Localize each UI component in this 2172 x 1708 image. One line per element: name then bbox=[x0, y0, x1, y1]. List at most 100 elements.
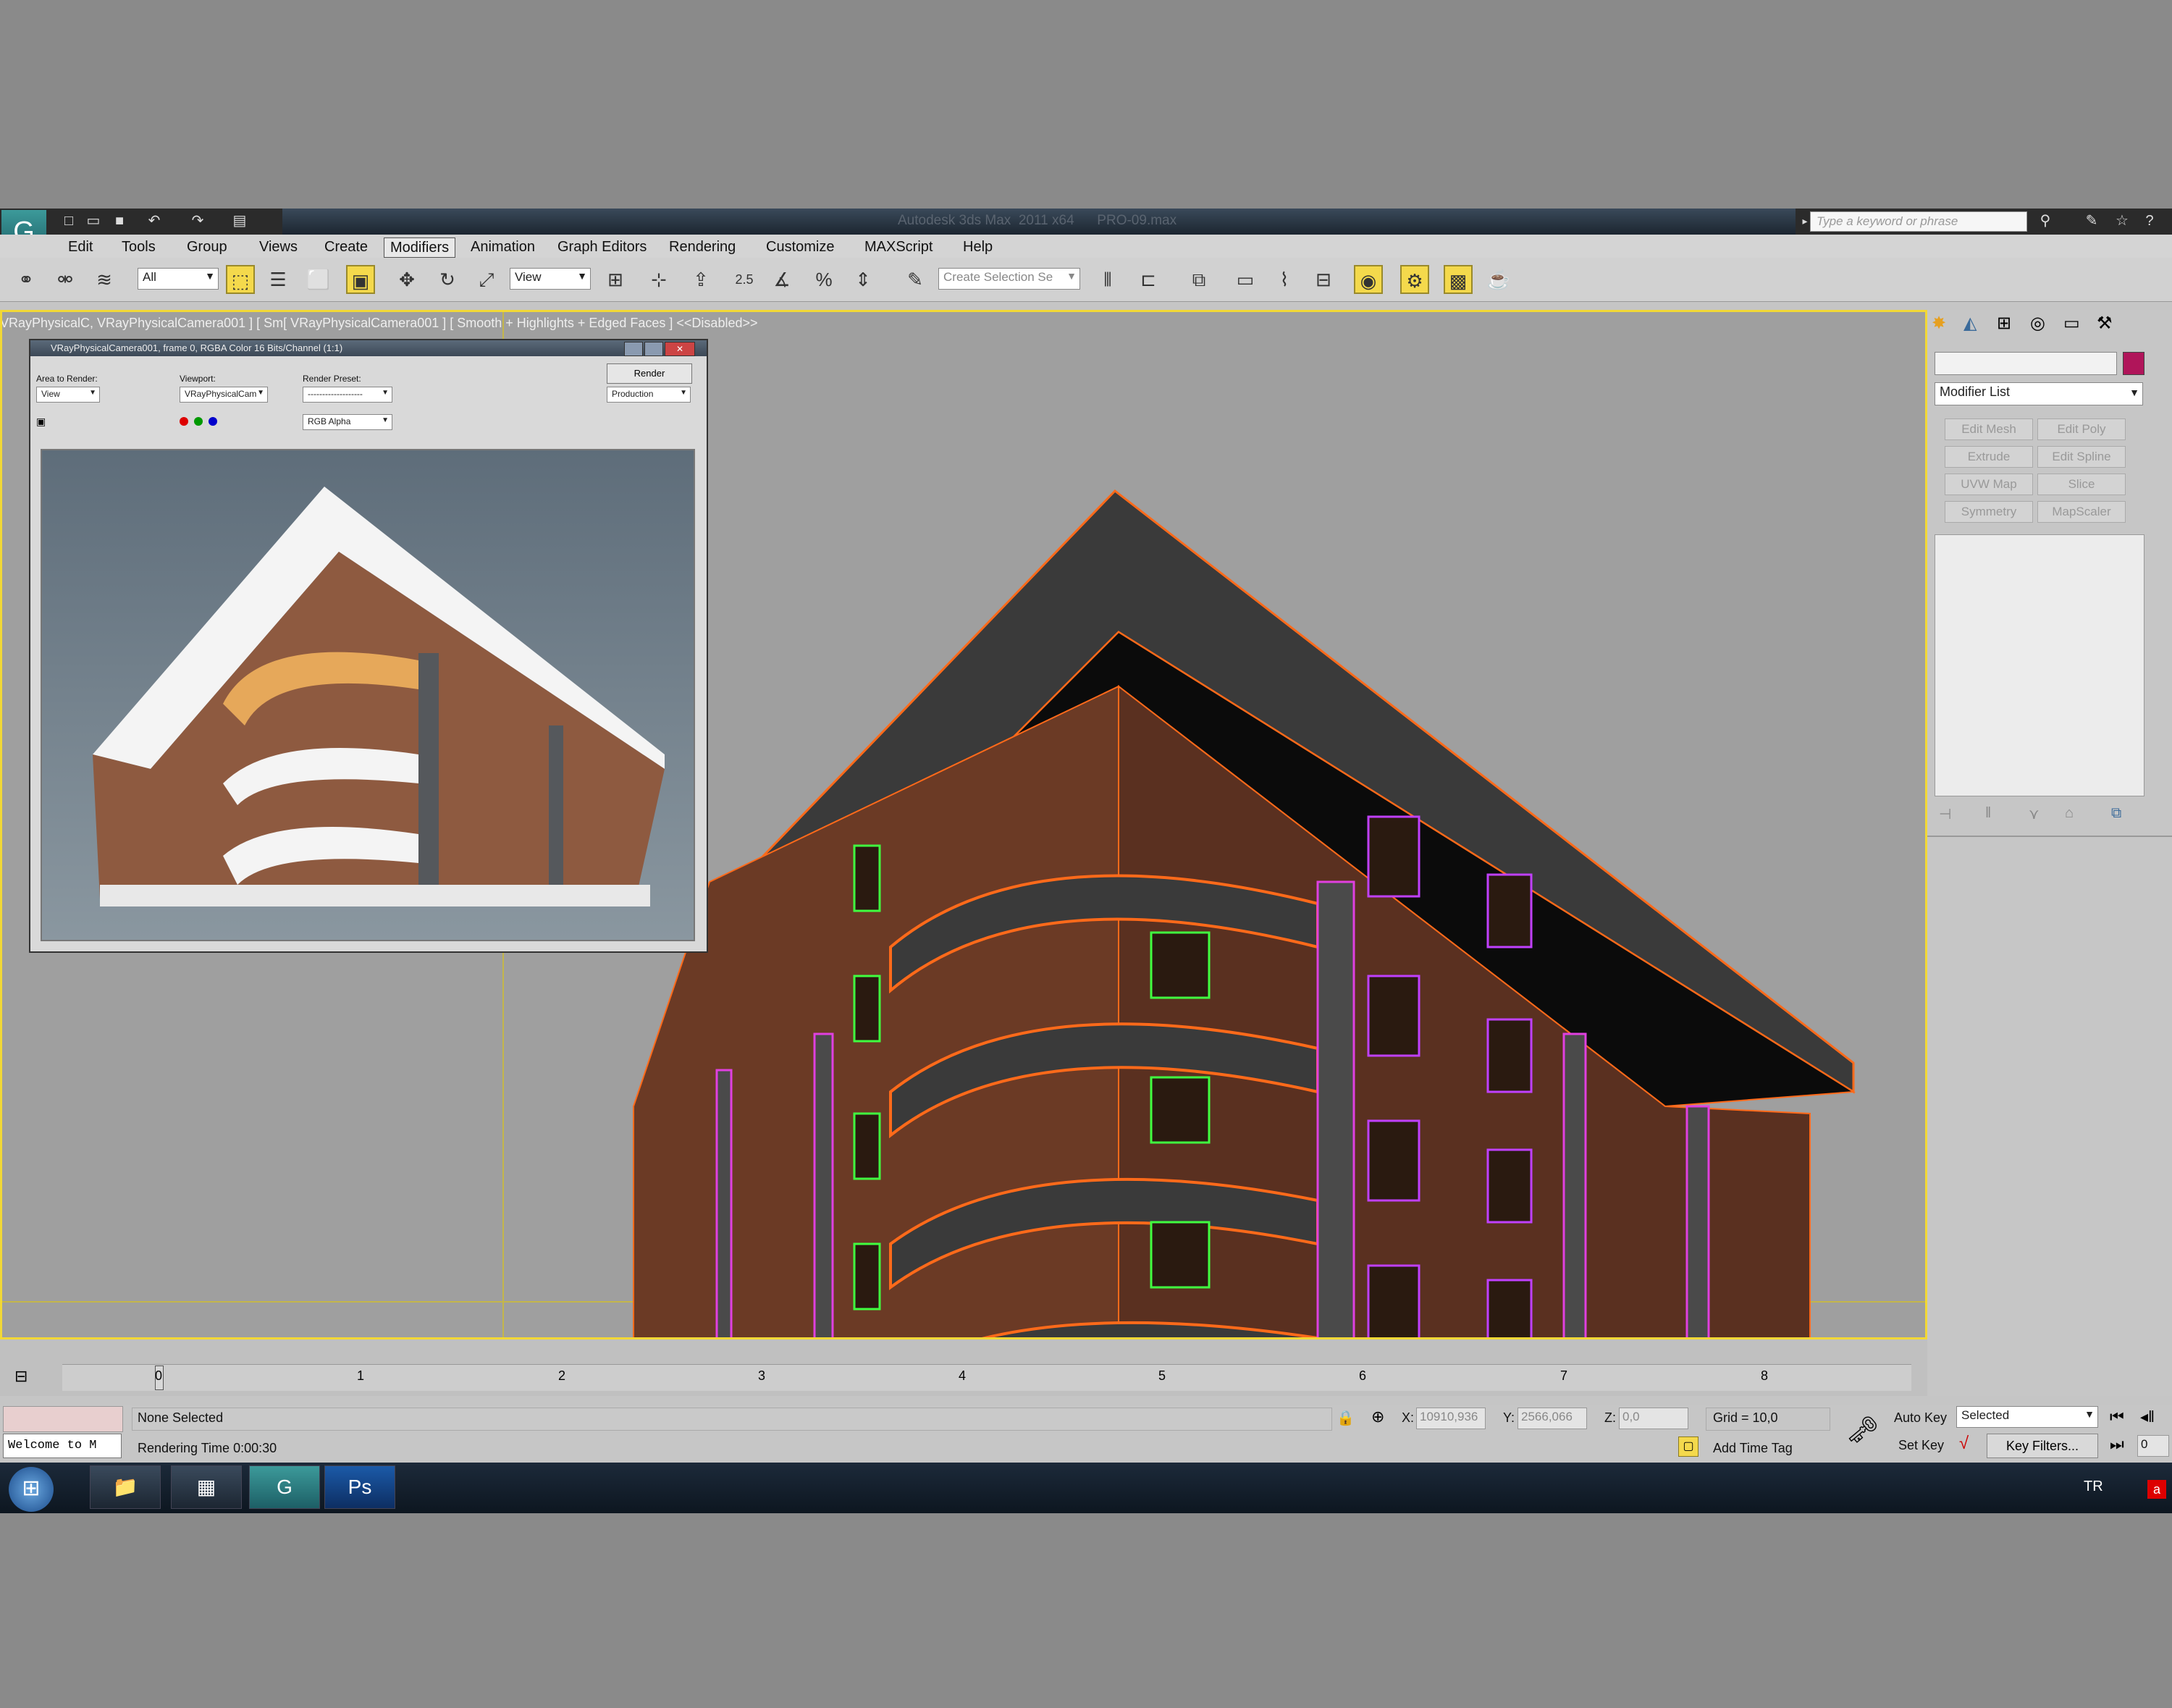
rotate-icon[interactable]: ↻ bbox=[433, 265, 462, 294]
rectangular-selection-icon[interactable]: ⬜ bbox=[304, 265, 333, 294]
edit-named-selection-icon[interactable]: ✎ bbox=[901, 265, 930, 294]
graphite-ribbon-icon[interactable]: ▭ bbox=[1231, 265, 1260, 294]
remove-modifier-icon[interactable]: ⌂ bbox=[2065, 805, 2074, 822]
motion-tab-icon[interactable]: ◎ bbox=[2030, 313, 2052, 335]
link-icon[interactable]: ⚭ bbox=[12, 265, 41, 294]
channel-dropdown[interactable]: RGB Alpha ▼ bbox=[303, 414, 392, 430]
project-icon[interactable]: ▤ bbox=[230, 211, 249, 230]
move-icon[interactable]: ✥ bbox=[392, 265, 421, 294]
extrude-button[interactable]: Extrude bbox=[1945, 446, 2033, 468]
production-dropdown[interactable]: Production ▼ bbox=[607, 387, 691, 403]
percent-snap-icon[interactable]: % bbox=[809, 265, 838, 294]
blue-channel-icon[interactable] bbox=[209, 417, 217, 426]
goto-start-icon[interactable]: ⏮ bbox=[2110, 1408, 2124, 1426]
binoculars-icon[interactable]: ⚲ bbox=[2036, 211, 2055, 230]
photoshop-icon[interactable]: Ps bbox=[324, 1465, 395, 1509]
selection-lock-icon[interactable]: 🔒 bbox=[1337, 1409, 1355, 1427]
add-time-tag[interactable]: Add Time Tag bbox=[1713, 1441, 1793, 1456]
mapscaler-button[interactable]: MapScaler bbox=[2037, 501, 2126, 523]
menu-group[interactable]: Group bbox=[181, 237, 233, 256]
slice-button[interactable]: Slice bbox=[2037, 474, 2126, 495]
z-coordinate-field[interactable]: 0,0 bbox=[1619, 1408, 1688, 1429]
configure-modifier-sets-icon[interactable]: ⧉ bbox=[2111, 805, 2121, 822]
search-input[interactable]: Type a keyword or phrase bbox=[1810, 211, 2027, 232]
viewport-label[interactable]: VRayPhysicalC, VRayPhysicalCamera001 ] [… bbox=[0, 316, 758, 331]
set-key-mode-icon[interactable]: 🗝 bbox=[1846, 1415, 1880, 1445]
spinner-snap-icon[interactable]: ⇕ bbox=[849, 265, 877, 294]
select-by-name-icon[interactable]: ☰ bbox=[264, 265, 292, 294]
y-coordinate-field[interactable]: 2566,066 bbox=[1518, 1408, 1587, 1429]
3dsmax-taskbar-icon[interactable]: G bbox=[249, 1465, 320, 1509]
modifier-stack-list[interactable] bbox=[1935, 534, 2144, 796]
absolute-mode-icon[interactable]: ⊕ bbox=[1371, 1408, 1384, 1426]
minimize-icon[interactable] bbox=[624, 342, 643, 356]
task-switcher-icon[interactable]: ▦ bbox=[171, 1465, 242, 1509]
align-icon[interactable]: ⊏ bbox=[1134, 265, 1163, 294]
save-image-icon[interactable]: ▣ bbox=[36, 416, 46, 428]
menu-modifiers[interactable]: Modifiers bbox=[384, 237, 456, 258]
menu-tools[interactable]: Tools bbox=[116, 237, 161, 256]
modifier-list-dropdown[interactable]: Modifier List ▼ bbox=[1935, 382, 2143, 405]
menu-create[interactable]: Create bbox=[319, 237, 374, 256]
edit-poly-button[interactable]: Edit Poly bbox=[2037, 418, 2126, 440]
schematic-view-icon[interactable]: ⊟ bbox=[1309, 265, 1338, 294]
time-tag-icon[interactable]: ▢ bbox=[1678, 1436, 1699, 1457]
show-end-result-icon[interactable]: ‖ bbox=[1985, 805, 1991, 822]
object-color-swatch[interactable] bbox=[2123, 352, 2144, 375]
maximize-icon[interactable] bbox=[644, 342, 663, 356]
bind-space-warp-icon[interactable]: ≋ bbox=[90, 265, 119, 294]
close-icon[interactable]: ✕ bbox=[665, 342, 695, 356]
uvw-map-button[interactable]: UVW Map bbox=[1945, 474, 2033, 495]
keyboard-shortcut-icon[interactable]: ⇪ bbox=[686, 265, 715, 294]
maxscript-input[interactable]: Welcome to M bbox=[3, 1434, 122, 1458]
mirror-icon[interactable]: ⫴ bbox=[1093, 265, 1122, 294]
named-selection-set-dropdown[interactable]: Create Selection Se ▼ bbox=[938, 268, 1080, 290]
maxscript-listener-mini[interactable] bbox=[3, 1406, 123, 1432]
symmetry-button[interactable]: Symmetry bbox=[1945, 501, 2033, 523]
redo-icon[interactable]: ↷ bbox=[188, 211, 207, 230]
select-object-icon[interactable]: ⬚ bbox=[226, 265, 255, 294]
menu-customize[interactable]: Customize bbox=[760, 237, 840, 256]
auto-key-button[interactable]: Auto Key bbox=[1894, 1410, 1947, 1426]
x-coordinate-field[interactable]: 10910,936 bbox=[1416, 1408, 1486, 1429]
area-to-render-dropdown[interactable]: View ▼ bbox=[36, 387, 100, 403]
utilities-tab-icon[interactable]: ⚒ bbox=[2097, 313, 2118, 335]
modify-tab-icon[interactable]: ◭ bbox=[1963, 313, 1985, 335]
undo-icon[interactable]: ↶ bbox=[145, 211, 164, 230]
previous-frame-icon[interactable]: ◂‖ bbox=[2140, 1408, 2155, 1426]
object-name-field[interactable] bbox=[1935, 352, 2117, 375]
open-icon[interactable]: ▭ bbox=[84, 211, 103, 230]
select-manipulate-icon[interactable]: ⊹ bbox=[644, 265, 673, 294]
edit-spline-button[interactable]: Edit Spline bbox=[2037, 446, 2126, 468]
menu-help[interactable]: Help bbox=[957, 237, 998, 256]
menu-animation[interactable]: Animation bbox=[465, 237, 541, 256]
menu-views[interactable]: Views bbox=[253, 237, 303, 256]
curve-editor-icon[interactable]: ⌇ bbox=[1270, 265, 1299, 294]
default-tangent-icon[interactable]: √ bbox=[1959, 1434, 1969, 1454]
rendered-frame-window[interactable]: VRayPhysicalCamera001, frame 0, RGBA Col… bbox=[29, 339, 708, 953]
current-frame-field[interactable]: 0 bbox=[2137, 1435, 2169, 1457]
viewport-select-dropdown[interactable]: VRayPhysicalCam ▼ bbox=[180, 387, 268, 403]
angle-snap-icon[interactable]: ∡ bbox=[767, 265, 796, 294]
time-ruler[interactable] bbox=[62, 1364, 1911, 1391]
render-production-icon[interactable]: ☕ bbox=[1484, 265, 1513, 294]
snaps-toggle-icon[interactable]: 2.5 bbox=[730, 265, 759, 294]
make-unique-icon[interactable]: ⋎ bbox=[2029, 805, 2040, 823]
reference-coordinate-dropdown[interactable]: View ▼ bbox=[510, 268, 591, 290]
display-tab-icon[interactable]: ▭ bbox=[2063, 313, 2085, 335]
create-tab-icon[interactable]: ✸ bbox=[1932, 313, 1953, 335]
new-icon[interactable]: □ bbox=[59, 211, 78, 230]
tools-icon[interactable]: ✎ bbox=[2082, 211, 2101, 230]
help-icon[interactable]: ? bbox=[2140, 211, 2159, 230]
selection-set-dropdown[interactable]: Selected ▼ bbox=[1956, 1406, 2098, 1428]
material-editor-icon[interactable]: ◉ bbox=[1354, 265, 1383, 294]
rendered-frame-window-icon[interactable]: ▩ bbox=[1444, 265, 1473, 294]
scale-icon[interactable]: ⤢ bbox=[472, 265, 501, 294]
language-indicator[interactable]: TR bbox=[2084, 1478, 2103, 1495]
key-filters-button[interactable]: Key Filters... bbox=[1987, 1434, 2098, 1458]
star-icon[interactable]: ☆ bbox=[2113, 211, 2131, 230]
edit-mesh-button[interactable]: Edit Mesh bbox=[1945, 418, 2033, 440]
menu-edit[interactable]: Edit bbox=[62, 237, 98, 256]
pivot-center-icon[interactable]: ⊞ bbox=[601, 265, 630, 294]
green-channel-icon[interactable] bbox=[194, 417, 203, 426]
